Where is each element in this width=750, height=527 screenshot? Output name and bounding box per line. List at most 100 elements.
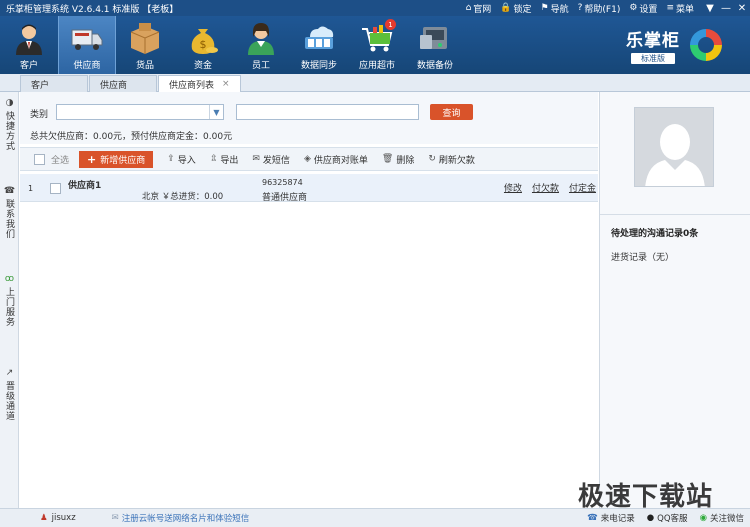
sidebar-item-contact[interactable]: ☎ 联系我们 <box>0 186 19 239</box>
filter-panel: 类别 ▼ 查询 总共欠供应商：0.00元，预付供应商定金：0.00元 <box>20 92 598 144</box>
wechat-button[interactable]: ◉ 关注微信 <box>700 512 744 524</box>
title-link-lock[interactable]: 🔒 锁定 <box>500 2 531 15</box>
menu-icon: ≡ <box>666 3 674 13</box>
refresh-icon: ↻ <box>428 154 436 164</box>
tab-supplier-list[interactable]: 供应商列表 × <box>158 75 241 92</box>
sync-icon <box>302 21 336 55</box>
title-bar: 乐掌柜管理系统 V2.6.4.1 标准版 【老板】 ⌂ 官网 🔒 锁定 ⚑ 导航 ? 帮… <box>0 0 750 16</box>
supplier-location-total: 北京 ￥总进货：0.00 <box>142 192 224 202</box>
call-records-button[interactable]: ☎ 来电记录 <box>587 512 635 524</box>
minimize-button[interactable]: — <box>718 0 734 16</box>
debt-summary: 总共欠供应商：0.00元，预付供应商定金：0.00元 <box>30 132 233 142</box>
avatar <box>634 107 714 187</box>
home-icon: ⌂ <box>465 3 472 13</box>
register-link[interactable]: ✉ 注册云帐号送网络名片和体验短信 <box>112 512 250 524</box>
backup-icon <box>418 21 452 55</box>
toolbar-data-backup[interactable]: 数据备份 <box>406 16 464 74</box>
edit-link[interactable]: 修改 <box>504 181 522 194</box>
qq-service-button[interactable]: ● QQ客服 <box>647 512 688 524</box>
current-user: ♟ jisuxz <box>40 513 76 523</box>
toolbar-staff[interactable]: 员工 <box>232 16 290 74</box>
tab-supplier[interactable]: 供应商 <box>89 75 157 92</box>
export-button[interactable]: ⇫ 导出 <box>210 153 239 166</box>
delete-button[interactable]: 🗑 删除 <box>382 153 414 166</box>
title-link-home[interactable]: ⌂ 官网 <box>466 2 492 15</box>
brand-name: 乐掌柜 <box>626 31 680 51</box>
toolbar-app-market[interactable]: 1 应用超市 <box>348 16 406 74</box>
plus-icon: + <box>87 152 97 166</box>
toolbar-goods[interactable]: 货品 <box>116 16 174 74</box>
import-icon: ⇪ <box>167 154 175 164</box>
money-bag-icon: $ <box>186 21 220 55</box>
supplier-name: 供应商1 <box>68 181 102 191</box>
statement-button[interactable]: ◈ 供应商对账单 <box>304 153 368 166</box>
phone-icon: ☎ <box>3 186 16 196</box>
supplier-phone: 96325874 <box>262 178 303 187</box>
staff-icon <box>244 21 278 55</box>
dropdown-button[interactable]: ▼ <box>702 0 718 16</box>
user-icon: ♟ <box>40 513 48 523</box>
refresh-debt-button[interactable]: ↻ 刷新欠款 <box>428 153 475 166</box>
trend-icon: ↗ <box>5 368 14 378</box>
toolbar-data-sync[interactable]: 数据同步 <box>290 16 348 74</box>
export-icon: ⇫ <box>209 154 218 164</box>
call-icon: ☎ <box>587 513 598 523</box>
category-select[interactable]: ▼ <box>56 104 224 120</box>
tab-close-icon[interactable]: × <box>222 79 230 89</box>
svg-text:$: $ <box>200 38 207 51</box>
pay-deposit-link[interactable]: 付定金 <box>569 181 596 194</box>
lock-icon: 🔒 <box>500 3 512 13</box>
query-button[interactable]: 查询 <box>430 104 473 120</box>
close-button[interactable]: ✕ <box>734 0 750 16</box>
toolbar-funds[interactable]: $ 资金 <box>174 16 232 74</box>
pay-debt-link[interactable]: 付欠款 <box>532 181 559 194</box>
truck-icon <box>70 21 104 55</box>
customer-icon <box>12 21 46 55</box>
left-sidebar: ◑ 快捷方式 ☎ 联系我们 ꝏ 上门服务 ↗ 晋级通道 <box>0 92 19 508</box>
qq-icon: ● <box>646 513 655 523</box>
title-link-help[interactable]: ? 帮助(F1) <box>578 2 621 15</box>
brand-logo-icon <box>690 29 722 61</box>
select-all-checkbox[interactable] <box>34 153 45 165</box>
title-link-nav[interactable]: ⚑ 导航 <box>541 2 569 15</box>
select-all-label: 全选 <box>51 155 70 166</box>
quick-icon: ◑ <box>5 98 14 108</box>
sidebar-item-upgrade[interactable]: ↗ 晋级通道 <box>0 368 19 421</box>
send-sms-button[interactable]: ✉ 发短信 <box>252 153 290 166</box>
row-checkbox[interactable] <box>50 183 61 194</box>
main-content: 类别 ▼ 查询 总共欠供应商：0.00元，预付供应商定金：0.00元 全选 + … <box>20 92 598 508</box>
supplier-type: 普通供应商 <box>262 193 308 203</box>
status-bar: ♟ jisuxz ✉ 注册云帐号送网络名片和体验短信 ☎ 来电记录 ● QQ客服 ◉… <box>0 508 750 527</box>
sidebar-item-shortcut[interactable]: ◑ 快捷方式 <box>0 98 19 151</box>
title-link-settings[interactable]: ⚙ 设置 <box>629 2 657 15</box>
right-panel: 待处理的沟通记录0条 进货记录（无） <box>599 92 750 508</box>
pending-communications: 待处理的沟通记录0条 <box>611 229 699 239</box>
cart-icon: 1 <box>360 19 396 55</box>
add-supplier-button[interactable]: + 新增供应商 <box>79 150 154 168</box>
row-index: 1 <box>28 184 34 193</box>
title-link-menu[interactable]: ≡ 菜单 <box>666 2 694 15</box>
trash-icon: 🗑 <box>381 154 394 164</box>
toolbar-supplier[interactable]: 供应商 <box>58 16 116 74</box>
chevron-down-icon[interactable]: ▼ <box>209 105 223 119</box>
title-links: ⌂ 官网 🔒 锁定 ⚑ 导航 ? 帮助(F1) ⚙ 设置 ≡ 菜单 ▼ — ✕ <box>457 0 750 16</box>
table-row[interactable]: 1 供应商1 北京 ￥总进货：0.00 96325874 普通供应商 修改 付欠… <box>20 174 598 203</box>
app-title: 乐掌柜管理系统 V2.6.4.1 标准版 【老板】 <box>6 4 179 15</box>
bike-icon: ꝏ <box>4 274 15 284</box>
tab-customer[interactable]: 客户 <box>20 75 88 92</box>
gear-icon: ⚙ <box>629 3 638 13</box>
category-label: 类别 <box>30 110 49 120</box>
brand: 乐掌柜 标准版 <box>620 16 750 74</box>
toolbar-customer[interactable]: 客户 <box>0 16 58 74</box>
mail-icon: ✉ <box>111 513 119 523</box>
wechat-icon: ◉ <box>699 513 707 523</box>
sidebar-item-onsite[interactable]: ꝏ 上门服务 <box>0 274 19 327</box>
select-all[interactable]: 全选 <box>34 153 69 166</box>
avatar-placeholder-icon <box>635 108 713 186</box>
nav-icon: ⚑ <box>540 3 549 13</box>
search-input[interactable] <box>236 104 419 120</box>
tab-strip: 客户 供应商 供应商列表 × <box>0 74 750 92</box>
purchase-records: 进货记录（无） <box>611 253 675 263</box>
sms-icon: ✉ <box>252 154 260 164</box>
import-button[interactable]: ⇪ 导入 <box>167 153 196 166</box>
